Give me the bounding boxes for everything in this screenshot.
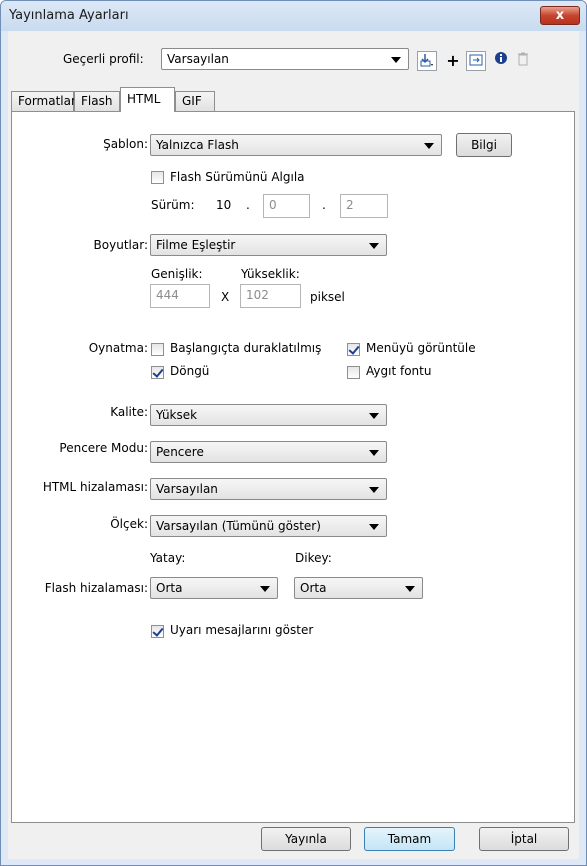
show-warnings-label: Uyarı mesajlarını göster — [170, 623, 314, 637]
template-select[interactable]: Yalnızca Flash — [150, 134, 442, 156]
loop-checkbox[interactable] — [151, 366, 164, 379]
show-warnings-checkbox[interactable] — [151, 625, 164, 638]
device-font-checkbox[interactable] — [347, 366, 360, 379]
horizontal-label: Yatay: — [150, 551, 186, 565]
close-button[interactable]: x — [540, 6, 580, 25]
publish-settings-window: Yayınlama Ayarları x Geçerli profil: Var… — [0, 0, 587, 866]
dimensions-select[interactable]: Filme Eşleştir — [150, 234, 387, 256]
scale-select-value: Varsayılan (Tümünü göster) — [156, 519, 321, 533]
chevron-down-icon — [424, 143, 434, 149]
horizontal-alignment-value: Orta — [156, 581, 183, 595]
device-font-label: Aygıt fontu — [366, 364, 432, 378]
template-label: Şablon: — [103, 137, 148, 151]
version-revision-field[interactable]: 2 — [340, 194, 388, 218]
chevron-down-icon — [369, 487, 379, 493]
plus-icon[interactable]: + — [443, 51, 463, 71]
vertical-label: Dikey: — [295, 551, 332, 565]
quality-select[interactable]: Yüksek — [150, 404, 387, 426]
chevron-down-icon — [405, 586, 415, 592]
window-mode-label: Pencere Modu: — [59, 441, 148, 455]
chevron-down-icon — [369, 450, 379, 456]
height-field[interactable]: 102 — [240, 284, 301, 308]
vertical-alignment-select[interactable]: Orta — [294, 577, 423, 599]
width-field[interactable]: 444 — [150, 284, 210, 308]
playback-label: Oynatma: — [88, 341, 148, 355]
import-export-icon[interactable] — [417, 51, 437, 71]
info-icon[interactable] — [491, 51, 511, 71]
profile-select[interactable]: Varsayılan — [161, 48, 409, 70]
scale-select[interactable]: Varsayılan (Tümünü göster) — [150, 515, 387, 537]
html-alignment-select-value: Varsayılan — [156, 482, 218, 496]
paused-at-start-checkbox[interactable] — [151, 343, 164, 356]
display-menu-label: Menüyü görüntüle — [366, 341, 476, 355]
profile-label: Geçerli profil: — [63, 52, 144, 66]
quality-select-value: Yüksek — [156, 408, 198, 422]
chevron-down-icon — [369, 413, 379, 419]
html-alignment-label: HTML hizalaması: — [42, 480, 148, 494]
window-title: Yayınlama Ayarları — [9, 8, 129, 23]
display-menu-checkbox[interactable] — [347, 343, 360, 356]
scale-label: Ölçek: — [110, 517, 148, 531]
html-tab-panel: Şablon: Yalnızca Flash Bilgi Flash Sürüm… — [11, 111, 575, 823]
chevron-down-icon — [369, 243, 379, 249]
dimensions-select-value: Filme Eşleştir — [156, 238, 236, 252]
window-mode-select[interactable]: Pencere — [150, 441, 387, 463]
paused-at-start-label: Başlangıçta duraklatılmış — [170, 341, 322, 355]
template-info-button[interactable]: Bilgi — [456, 133, 512, 157]
version-label: Sürüm: — [151, 198, 195, 212]
height-label: Yükseklik: — [241, 267, 300, 281]
ok-button[interactable]: Tamam — [364, 827, 455, 851]
version-separator: . — [322, 198, 326, 212]
duplicate-icon[interactable] — [466, 51, 486, 71]
close-icon: x — [555, 8, 565, 23]
flash-alignment-label: Flash hizalaması: — [44, 581, 148, 595]
publish-button[interactable]: Yayınla — [261, 827, 351, 851]
chevron-down-icon — [391, 57, 401, 63]
loop-label: Döngü — [170, 364, 210, 378]
tab-formats[interactable]: Formatlar — [11, 91, 76, 111]
dimensions-label: Boyutlar: — [93, 238, 148, 252]
profile-select-value: Varsayılan — [167, 52, 229, 66]
trash-icon[interactable] — [513, 51, 533, 71]
tab-gif[interactable]: GIF — [175, 91, 215, 111]
template-select-value: Yalnızca Flash — [156, 138, 239, 152]
title-bar[interactable]: Yayınlama Ayarları x — [1, 1, 586, 31]
dimension-separator: X — [221, 290, 230, 304]
html-alignment-select[interactable]: Varsayılan — [150, 478, 387, 500]
dimension-unit: piksel — [310, 290, 345, 304]
tab-flash[interactable]: Flash — [74, 91, 120, 111]
window-mode-select-value: Pencere — [156, 445, 204, 459]
quality-label: Kalite: — [110, 405, 148, 419]
chevron-down-icon — [260, 586, 270, 592]
width-label: Genişlik: — [151, 267, 203, 281]
vertical-alignment-value: Orta — [300, 581, 327, 595]
detect-version-label: Flash Sürümünü Algıla — [170, 170, 305, 184]
cancel-button[interactable]: İptal — [479, 827, 569, 851]
tab-html[interactable]: HTML — [120, 87, 175, 112]
version-minor-field[interactable]: 0 — [263, 194, 310, 218]
version-separator: . — [246, 198, 250, 212]
horizontal-alignment-select[interactable]: Orta — [150, 577, 278, 599]
dialog-body: Geçerli profil: Varsayılan + Formatlar F… — [8, 31, 579, 859]
detect-version-checkbox[interactable] — [151, 171, 164, 184]
version-major: 10 — [216, 198, 232, 212]
chevron-down-icon — [369, 524, 379, 530]
